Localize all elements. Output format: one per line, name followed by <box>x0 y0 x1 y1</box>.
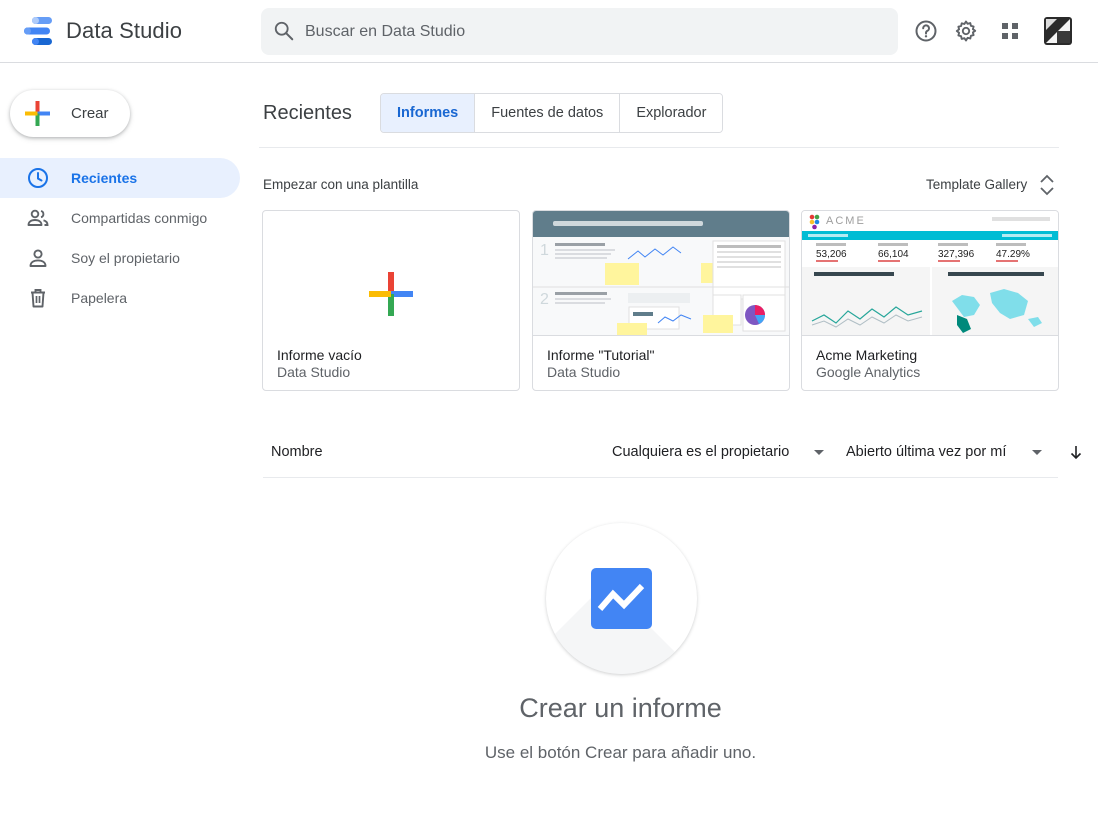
create-button[interactable]: Crear <box>10 90 130 137</box>
expand-collapse-icon[interactable] <box>1038 173 1056 197</box>
search-input[interactable] <box>305 8 885 55</box>
clock-icon <box>28 168 48 188</box>
empty-state-subtitle: Use el botón Crear para añadir uno. <box>484 743 757 762</box>
svg-text:ACME: ACME <box>826 215 866 227</box>
plus-multicolor-icon <box>25 101 50 126</box>
template-source: Data Studio <box>277 364 351 380</box>
svg-text:327,396: 327,396 <box>938 249 975 260</box>
empty-state-title: Crear un informe <box>519 693 722 723</box>
divider <box>259 147 1059 148</box>
sort-filter-dropdown[interactable]: Abierto última vez por mí <box>846 444 1006 460</box>
plus-multicolor-icon <box>369 272 413 316</box>
template-card-acme-marketing[interactable]: ACME 53,206 66,104 327,396 47.29% Acme M… <box>801 210 1059 391</box>
owner-filter-dropdown[interactable]: Cualquiera es el propietario <box>612 444 789 460</box>
sidebar-item-label: Compartidas conmigo <box>71 210 208 226</box>
sidebar-item-label: Papelera <box>71 290 128 306</box>
app-title[interactable]: Data Studio <box>66 18 182 44</box>
svg-text:53,206: 53,206 <box>816 249 847 260</box>
template-thumbnail: ACME 53,206 66,104 327,396 47.29% <box>802 211 1058 336</box>
tab-fuentes-de-datos[interactable]: Fuentes de datos <box>475 94 621 132</box>
gear-icon[interactable] <box>954 19 978 43</box>
search-bar[interactable] <box>261 8 898 55</box>
person-icon <box>29 249 47 267</box>
divider <box>802 335 1058 336</box>
svg-text:1: 1 <box>540 242 549 259</box>
column-header-nombre[interactable]: Nombre <box>271 444 323 460</box>
data-studio-logo-icon[interactable] <box>22 16 54 46</box>
template-card-blank[interactable]: Informe vacío Data Studio <box>262 210 520 391</box>
template-title: Acme Marketing <box>816 347 918 363</box>
template-gallery-toggle[interactable]: Template Gallery <box>926 177 1027 192</box>
template-thumbnail <box>263 211 519 336</box>
template-thumbnail: 1 2 <box>533 211 789 336</box>
app-header: Data Studio <box>0 0 1098 63</box>
tab-group: Informes Fuentes de datos Explorador <box>380 93 724 133</box>
page-title: Recientes <box>263 102 352 124</box>
sidebar-item-propietario[interactable]: Soy el propietario <box>0 238 240 278</box>
template-title: Informe vacío <box>277 347 362 363</box>
help-icon[interactable] <box>914 19 938 43</box>
divider <box>263 477 1058 478</box>
chevron-down-icon[interactable] <box>1032 450 1042 455</box>
template-card-tutorial[interactable]: 1 2 Informe "Tutorial" Data Studio <box>532 210 790 391</box>
svg-text:2: 2 <box>540 291 549 308</box>
trash-icon <box>31 289 45 308</box>
create-button-label: Crear <box>71 105 109 122</box>
sidebar-item-compartidas[interactable]: Compartidas conmigo <box>0 198 240 238</box>
sidebar-item-recientes[interactable]: Recientes <box>0 158 240 198</box>
template-source: Google Analytics <box>816 364 921 380</box>
svg-text:66,104: 66,104 <box>878 249 909 260</box>
apps-grid-icon[interactable] <box>998 19 1022 43</box>
template-source: Data Studio <box>547 364 621 380</box>
acme-preview-image: ACME 53,206 66,104 327,396 47.29% <box>802 211 1058 336</box>
chevron-down-icon[interactable] <box>814 450 824 455</box>
tutorial-preview-image: 1 2 <box>533 211 789 336</box>
template-title: Informe "Tutorial" <box>547 347 655 363</box>
tab-explorador[interactable]: Explorador <box>620 94 723 132</box>
people-icon <box>27 209 49 226</box>
sidebar-item-label: Recientes <box>71 170 138 186</box>
templates-heading: Empezar con una plantilla <box>263 177 419 192</box>
svg-text:47.29%: 47.29% <box>996 249 1030 260</box>
search-icon[interactable] <box>273 20 295 42</box>
empty-state-illustration <box>546 523 697 674</box>
divider <box>533 335 789 336</box>
report-chart-icon <box>591 568 652 629</box>
sort-direction-icon[interactable] <box>1068 443 1084 461</box>
tab-informes[interactable]: Informes <box>381 94 476 132</box>
sidebar-item-label: Soy el propietario <box>71 250 180 266</box>
sidebar-item-papelera[interactable]: Papelera <box>0 278 240 318</box>
account-avatar[interactable] <box>1044 17 1072 45</box>
